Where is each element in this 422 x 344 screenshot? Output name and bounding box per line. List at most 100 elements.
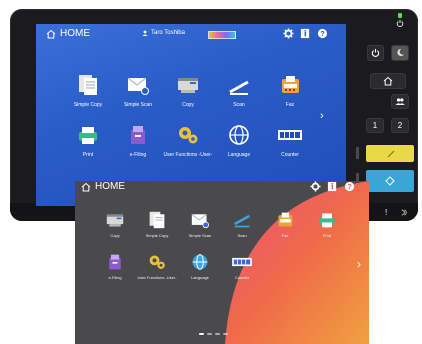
tile-simple-scan[interactable]: Simple Scan <box>113 74 163 108</box>
home-button[interactable]: HOME <box>81 181 125 192</box>
page-dot[interactable] <box>199 333 204 335</box>
tile-language[interactable]: Language <box>214 124 264 158</box>
home-icon <box>383 76 393 86</box>
tile-label: Counter <box>281 152 299 158</box>
user-indicator[interactable]: Taro Toshiba <box>142 30 185 36</box>
users-icon <box>395 98 405 105</box>
page-dot[interactable] <box>223 333 228 335</box>
tile-fax[interactable]: Fax <box>265 74 315 108</box>
help-icon[interactable]: ? <box>344 181 355 192</box>
tile-label: Simple Scan <box>123 102 153 108</box>
error-indicator: ! <box>385 208 388 217</box>
print-icon <box>319 213 335 228</box>
info-icon[interactable] <box>327 181 338 192</box>
globe-icon <box>229 125 249 145</box>
home-button[interactable]: HOME <box>46 28 90 39</box>
user-icon <box>142 30 148 36</box>
e-filing-icon <box>109 254 121 270</box>
fax-icon <box>278 212 293 227</box>
stop-button[interactable] <box>366 145 414 162</box>
status-led <box>398 13 402 18</box>
simple-scan-icon <box>127 77 149 95</box>
indicator-slot <box>356 147 359 159</box>
tile-label: Copy <box>110 233 120 238</box>
tile-copy[interactable]: Copy <box>163 74 213 108</box>
counter-2-button[interactable]: 2 <box>391 118 409 133</box>
page-dot[interactable] <box>215 333 220 335</box>
counter-icon <box>232 257 252 267</box>
home-label: HOME <box>60 28 90 39</box>
page-indicator <box>199 333 228 335</box>
tile-label: Scan <box>237 233 247 238</box>
home-hard-button[interactable] <box>370 73 406 89</box>
start-button[interactable] <box>366 170 414 192</box>
next-page-arrow[interactable]: › <box>357 257 361 271</box>
tile-label: Simple Copy <box>145 233 169 238</box>
page-dot[interactable] <box>207 333 212 335</box>
tile-scan[interactable]: Scan <box>222 211 262 238</box>
print-icon <box>79 127 97 144</box>
tile-user-functions[interactable]: User Functions -User- <box>137 253 177 280</box>
tile-scan[interactable]: Scan <box>214 74 264 108</box>
tile-label: Counter <box>234 275 250 280</box>
simple-copy-icon <box>79 75 97 95</box>
start-icon <box>385 176 395 186</box>
tile-simple-copy[interactable]: Simple Copy <box>63 74 113 108</box>
power-button[interactable] <box>367 45 384 61</box>
counter-1-button[interactable]: 1 <box>366 118 384 133</box>
nfc-icon <box>401 209 407 216</box>
tile-counter[interactable]: Counter <box>222 253 262 280</box>
tile-fax[interactable]: Fax <box>265 211 305 238</box>
tile-label: Fax <box>285 102 295 108</box>
sleep-button[interactable] <box>391 45 409 61</box>
svg-text:?: ? <box>320 29 325 38</box>
next-page-arrow[interactable]: › <box>320 110 324 122</box>
info-icon[interactable] <box>300 28 311 39</box>
tile-label: Fax <box>281 233 289 238</box>
stop-icon <box>387 150 395 158</box>
user-functions-icon <box>179 127 198 144</box>
tile-print[interactable]: Print <box>307 211 347 238</box>
simple-copy-icon <box>149 211 165 229</box>
copy-icon <box>178 78 198 93</box>
gear-icon[interactable] <box>310 181 321 192</box>
tile-label: Language <box>191 275 209 280</box>
tile-e-filing[interactable]: e-Filing <box>113 124 163 158</box>
scan-icon <box>229 80 249 95</box>
tile-language[interactable]: Language <box>180 253 220 280</box>
tile-simple-scan[interactable]: Simple Scan <box>180 211 220 238</box>
user-switch-button[interactable] <box>391 94 409 109</box>
tile-label: Copy <box>182 102 194 108</box>
scan-icon <box>234 214 250 228</box>
user-name: Taro Toshiba <box>151 30 185 36</box>
tile-simple-copy[interactable]: Simple Copy <box>137 211 177 238</box>
home-icon <box>81 182 91 191</box>
home-label: HOME <box>95 181 125 192</box>
power-icon <box>371 48 380 57</box>
tile-copy[interactable]: Copy <box>95 211 135 238</box>
svg-text:?: ? <box>347 182 352 191</box>
counter-icon <box>278 130 302 140</box>
tile-label: User Functions -User- <box>137 275 177 280</box>
globe-icon <box>192 254 208 270</box>
help-icon[interactable]: ? <box>317 28 328 39</box>
home-icon <box>46 29 56 38</box>
tile-counter[interactable]: Counter <box>265 124 315 158</box>
gear-icon[interactable] <box>283 28 294 39</box>
copy-icon <box>106 214 124 227</box>
tile-label: Simple Copy <box>73 102 103 108</box>
touchscreen-gradient-theme: HOME ? Copy Simple Copy Simple Scan Scan… <box>75 181 369 344</box>
tile-label: User Functions -User- <box>163 152 213 158</box>
top-bar: HOME Taro Toshiba ? <box>36 24 346 46</box>
tile-e-filing[interactable]: e-Filing <box>95 253 135 280</box>
tile-label: Language <box>227 152 251 158</box>
tile-print[interactable]: Print <box>63 124 113 158</box>
toner-level-bar[interactable] <box>208 31 236 39</box>
tile-label: Scan <box>233 102 245 108</box>
tile-label: Simple Scan <box>188 233 212 238</box>
tile-label: e-Filing <box>129 152 147 158</box>
tile-user-functions[interactable]: User Functions -User- <box>163 124 213 158</box>
moon-icon <box>396 48 404 57</box>
main-power-icon <box>396 19 404 27</box>
fax-icon <box>282 76 299 93</box>
